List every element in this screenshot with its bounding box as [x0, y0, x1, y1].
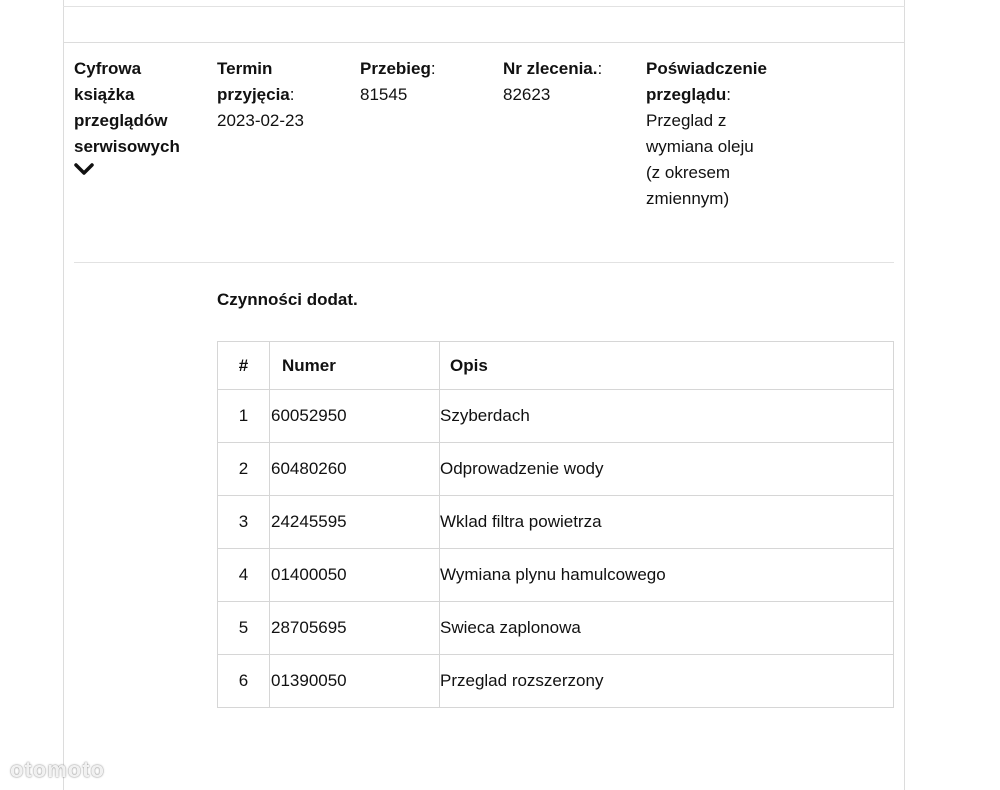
- certificate-field: Poświadczenie przeglądu: Przeglad z wymi…: [646, 59, 767, 208]
- table-row: 3 24245595 Wklad filtra powietrza: [217, 495, 894, 549]
- additional-tasks-table: # Numer Opis 1 60052950 Szyberdach 2 604…: [217, 341, 894, 708]
- row-opis: Odprowadzenie wody: [439, 442, 894, 496]
- row-numer: 01400050: [269, 548, 440, 602]
- row-index: 6: [217, 654, 270, 708]
- row-index: 4: [217, 548, 270, 602]
- row-index: 5: [217, 601, 270, 655]
- chevron-down-icon[interactable]: [74, 162, 94, 176]
- column-header-numer: Numer: [269, 341, 440, 390]
- divider: [63, 42, 905, 43]
- order-label: Nr zlecenia.: [503, 59, 598, 78]
- row-opis: Swieca zaplonowa: [439, 601, 894, 655]
- table-row: 6 01390050 Przeglad rozszerzony: [217, 654, 894, 708]
- service-book-toggle[interactable]: Cyfrowa książka przeglądów serwisowych: [74, 56, 194, 176]
- mileage-label: Przebieg: [360, 59, 431, 78]
- order-field: Nr zlecenia.: 82623: [503, 59, 603, 104]
- row-numer: 60052950: [269, 389, 440, 443]
- watermark-logo: otomoto: [10, 757, 105, 782]
- mileage-value: 81545: [360, 85, 408, 104]
- row-numer: 28705695: [269, 601, 440, 655]
- date-value: 2023-02-23: [217, 111, 304, 130]
- section-title: Czynności dodat.: [217, 290, 358, 309]
- service-book-label: Cyfrowa książka przeglądów serwisowych: [74, 59, 180, 156]
- column-header-index: #: [217, 341, 270, 390]
- table-header-row: # Numer Opis: [217, 341, 894, 390]
- row-index: 1: [217, 389, 270, 443]
- table-row: 1 60052950 Szyberdach: [217, 389, 894, 443]
- row-opis: Wymiana plynu hamulcowego: [439, 548, 894, 602]
- table-row: 5 28705695 Swieca zaplonowa: [217, 601, 894, 655]
- row-opis: Przeglad rozszerzony: [439, 654, 894, 708]
- row-numer: 24245595: [269, 495, 440, 549]
- certificate-value: Przeglad z wymiana oleju (z okresem zmie…: [646, 111, 754, 208]
- table-row: 4 01400050 Wymiana plynu hamulcowego: [217, 548, 894, 602]
- row-numer: 01390050: [269, 654, 440, 708]
- certificate-label: Poświadczenie przeglądu: [646, 59, 767, 104]
- table-row: 2 60480260 Odprowadzenie wody: [217, 442, 894, 496]
- column-header-opis: Opis: [439, 341, 894, 390]
- row-opis: Szyberdach: [439, 389, 894, 443]
- order-value: 82623: [503, 85, 551, 104]
- row-index: 2: [217, 442, 270, 496]
- divider: [63, 6, 905, 7]
- date-label: Termin przyjęcia: [217, 59, 290, 104]
- date-field: Termin przyjęcia: 2023-02-23: [217, 59, 304, 130]
- row-opis: Wklad filtra powietrza: [439, 495, 894, 549]
- mileage-field: Przebieg: 81545: [360, 59, 436, 104]
- divider: [74, 262, 894, 263]
- row-numer: 60480260: [269, 442, 440, 496]
- row-index: 3: [217, 495, 270, 549]
